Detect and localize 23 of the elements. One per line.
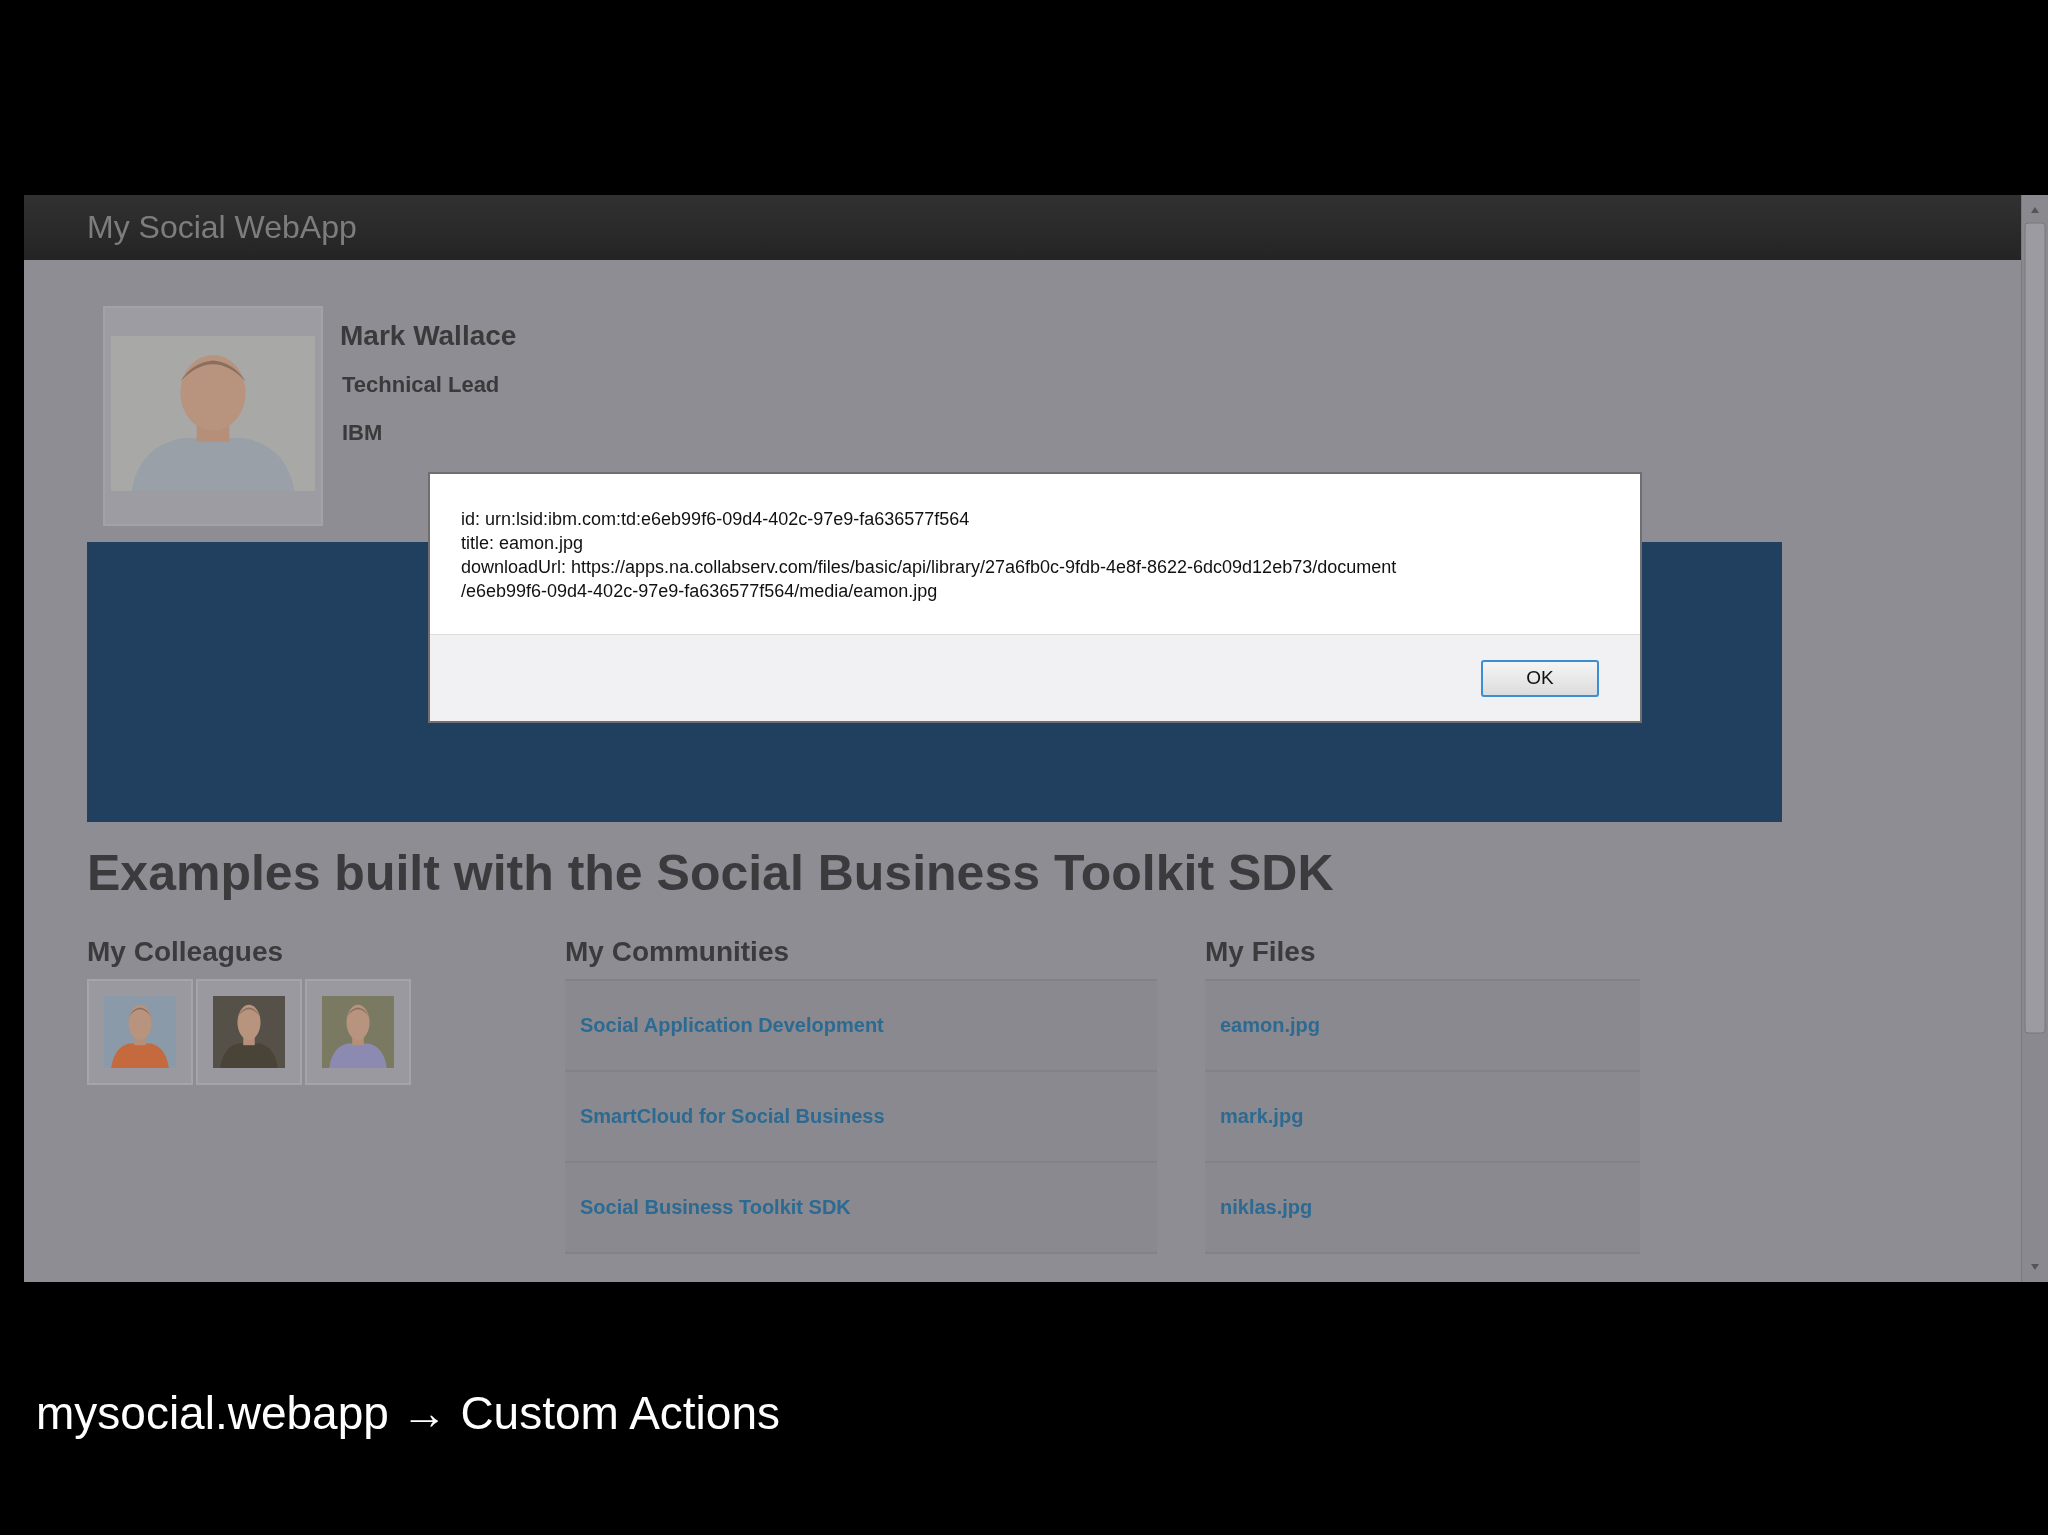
organization: IBM xyxy=(341,420,384,446)
app-title: My Social WebApp xyxy=(87,209,357,246)
community-link[interactable]: Social Business Toolkit SDK xyxy=(580,1196,851,1219)
file-link[interactable]: eamon.jpg xyxy=(1220,1014,1320,1037)
file-link[interactable]: mark.jpg xyxy=(1220,1105,1304,1128)
slide-caption: mysocial.webapp → Custom Actions xyxy=(36,1386,781,1440)
file-link[interactable]: niklas.jpg xyxy=(1220,1196,1313,1219)
community-link[interactable]: SmartCloud for Social Business xyxy=(580,1105,885,1128)
job-title: Technical Lead xyxy=(341,372,501,398)
ok-button[interactable]: OK xyxy=(1481,659,1599,697)
dialog-text: title: eamon.jpg xyxy=(461,532,585,555)
dialog-text: /e6eb99f6-09d4-402c-97e9-fa636577f564/media/eamon.jpg xyxy=(461,580,939,603)
section-title: My Files xyxy=(1205,936,1317,969)
colleague-photo[interactable] xyxy=(196,979,302,1085)
section-title: My Colleagues xyxy=(87,936,285,969)
profile-name: Mark Wallace xyxy=(340,320,517,352)
scrollbar[interactable] xyxy=(2021,195,2048,1282)
page-heading: Examples built with the Social Business Toolkit SDK xyxy=(87,844,1335,902)
dialog-text: downloadUrl: https://apps.na.collabserv.com/files/basic/api/library/27a6fb0c-9fdb-4e8f-8622-6dc09d12eb73/document xyxy=(461,556,1398,579)
colleague-photo[interactable] xyxy=(305,979,411,1085)
dialog-text: id: urn:lsid:ibm.com:td:e6eb99f6-09d4-402c-97e9-fa636577f564 xyxy=(461,508,971,531)
section-title: My Communities xyxy=(565,936,791,969)
community-link[interactable]: Social Application Development xyxy=(580,1014,884,1037)
